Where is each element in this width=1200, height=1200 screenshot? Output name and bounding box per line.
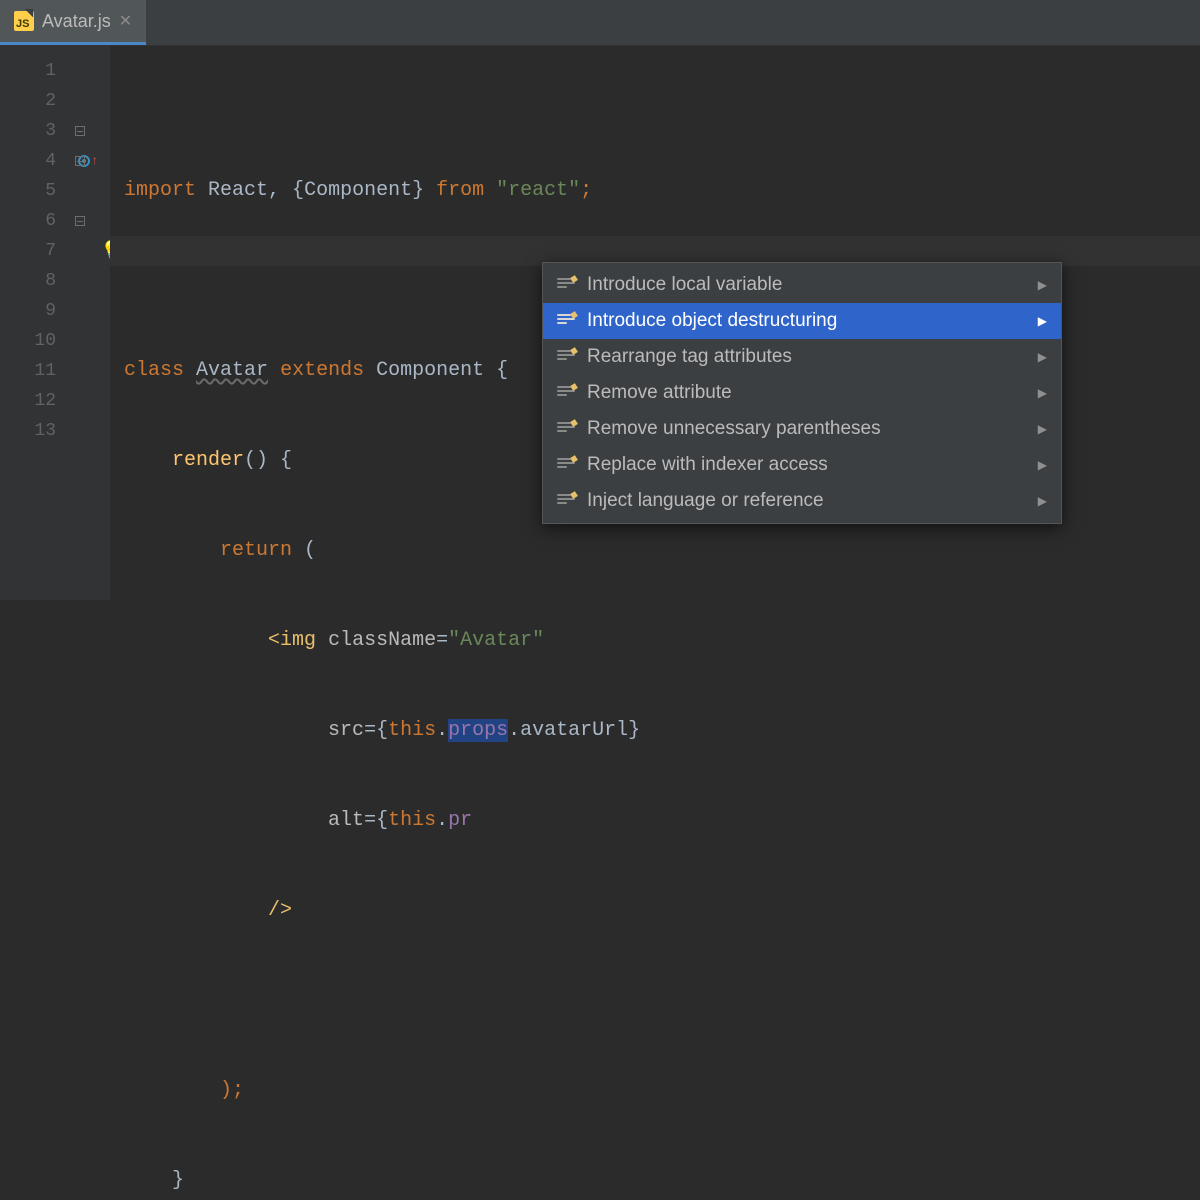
tab-bar: JS Avatar.js ✕	[0, 0, 1200, 46]
menu-item-introduce-local-variable[interactable]: Introduce local variable ▶	[543, 267, 1061, 303]
submenu-arrow-icon: ▶	[1038, 350, 1047, 364]
code-line: <img className="Avatar"	[124, 626, 1200, 656]
menu-item-remove-unnecessary-parentheses[interactable]: Remove unnecessary parentheses ▶	[543, 411, 1061, 447]
refactor-icon	[557, 494, 575, 508]
refactor-icon	[557, 278, 575, 292]
menu-item-introduce-object-destructuring[interactable]: Introduce object destructuring ▶	[543, 303, 1061, 339]
refactor-icon	[557, 422, 575, 436]
line-number: 1	[0, 56, 56, 86]
menu-item-label: Remove unnecessary parentheses	[587, 418, 881, 440]
refactor-icon	[557, 350, 575, 364]
menu-item-label: Introduce local variable	[587, 274, 782, 296]
intention-actions-menu: Introduce local variable ▶ Introduce obj…	[542, 262, 1062, 524]
fold-gutter: ↑ 💡	[70, 46, 110, 600]
line-number: 13	[0, 416, 56, 446]
line-number: 12	[0, 386, 56, 416]
code-line: return (	[124, 536, 1200, 566]
menu-item-label: Inject language or reference	[587, 490, 824, 512]
submenu-arrow-icon: ▶	[1038, 494, 1047, 508]
line-number: 3	[0, 116, 56, 146]
submenu-arrow-icon: ▶	[1038, 422, 1047, 436]
refactor-icon	[557, 386, 575, 400]
line-number: 6	[0, 206, 56, 236]
line-number: 11	[0, 356, 56, 386]
line-number: 7	[0, 236, 56, 266]
line-number: 5	[0, 176, 56, 206]
menu-item-label: Rearrange tag attributes	[587, 346, 792, 368]
menu-item-inject-language-or-reference[interactable]: Inject language or reference ▶	[543, 483, 1061, 519]
menu-item-remove-attribute[interactable]: Remove attribute ▶	[543, 375, 1061, 411]
tab-filename: Avatar.js	[42, 11, 111, 32]
fold-toggle[interactable]	[74, 215, 86, 227]
menu-item-rearrange-tag-attributes[interactable]: Rearrange tag attributes ▶	[543, 339, 1061, 375]
submenu-arrow-icon: ▶	[1038, 458, 1047, 472]
refactor-icon	[557, 314, 575, 328]
fold-toggle[interactable]	[74, 125, 86, 137]
line-number: 8	[0, 266, 56, 296]
code-line	[124, 986, 1200, 1016]
code-line: import React, {Component} from "react";	[124, 176, 1200, 206]
line-number: 2	[0, 86, 56, 116]
menu-item-label: Replace with indexer access	[587, 454, 828, 476]
line-number: 4	[0, 146, 56, 176]
menu-item-label: Remove attribute	[587, 382, 732, 404]
line-number-gutter: 1 2 3 4 5 6 7 8 9 10 11 12 13	[0, 46, 70, 600]
code-line: />	[124, 896, 1200, 926]
menu-item-replace-with-indexer-access[interactable]: Replace with indexer access ▶	[543, 447, 1061, 483]
submenu-arrow-icon: ▶	[1038, 386, 1047, 400]
close-icon[interactable]: ✕	[119, 11, 132, 31]
submenu-arrow-icon: ▶	[1038, 314, 1047, 328]
code-line: alt={this.pr	[124, 806, 1200, 836]
code-line: );	[124, 1076, 1200, 1106]
tab-avatar-js[interactable]: JS Avatar.js ✕	[0, 0, 146, 45]
code-line: }	[124, 1166, 1200, 1196]
line-number: 10	[0, 326, 56, 356]
submenu-arrow-icon: ▶	[1038, 278, 1047, 292]
refactor-icon	[557, 458, 575, 472]
fold-toggle[interactable]	[74, 155, 86, 167]
code-line: src={this.props.avatarUrl}	[124, 716, 1200, 746]
menu-item-label: Introduce object destructuring	[587, 310, 837, 332]
line-number: 9	[0, 296, 56, 326]
js-file-icon: JS	[14, 11, 34, 31]
